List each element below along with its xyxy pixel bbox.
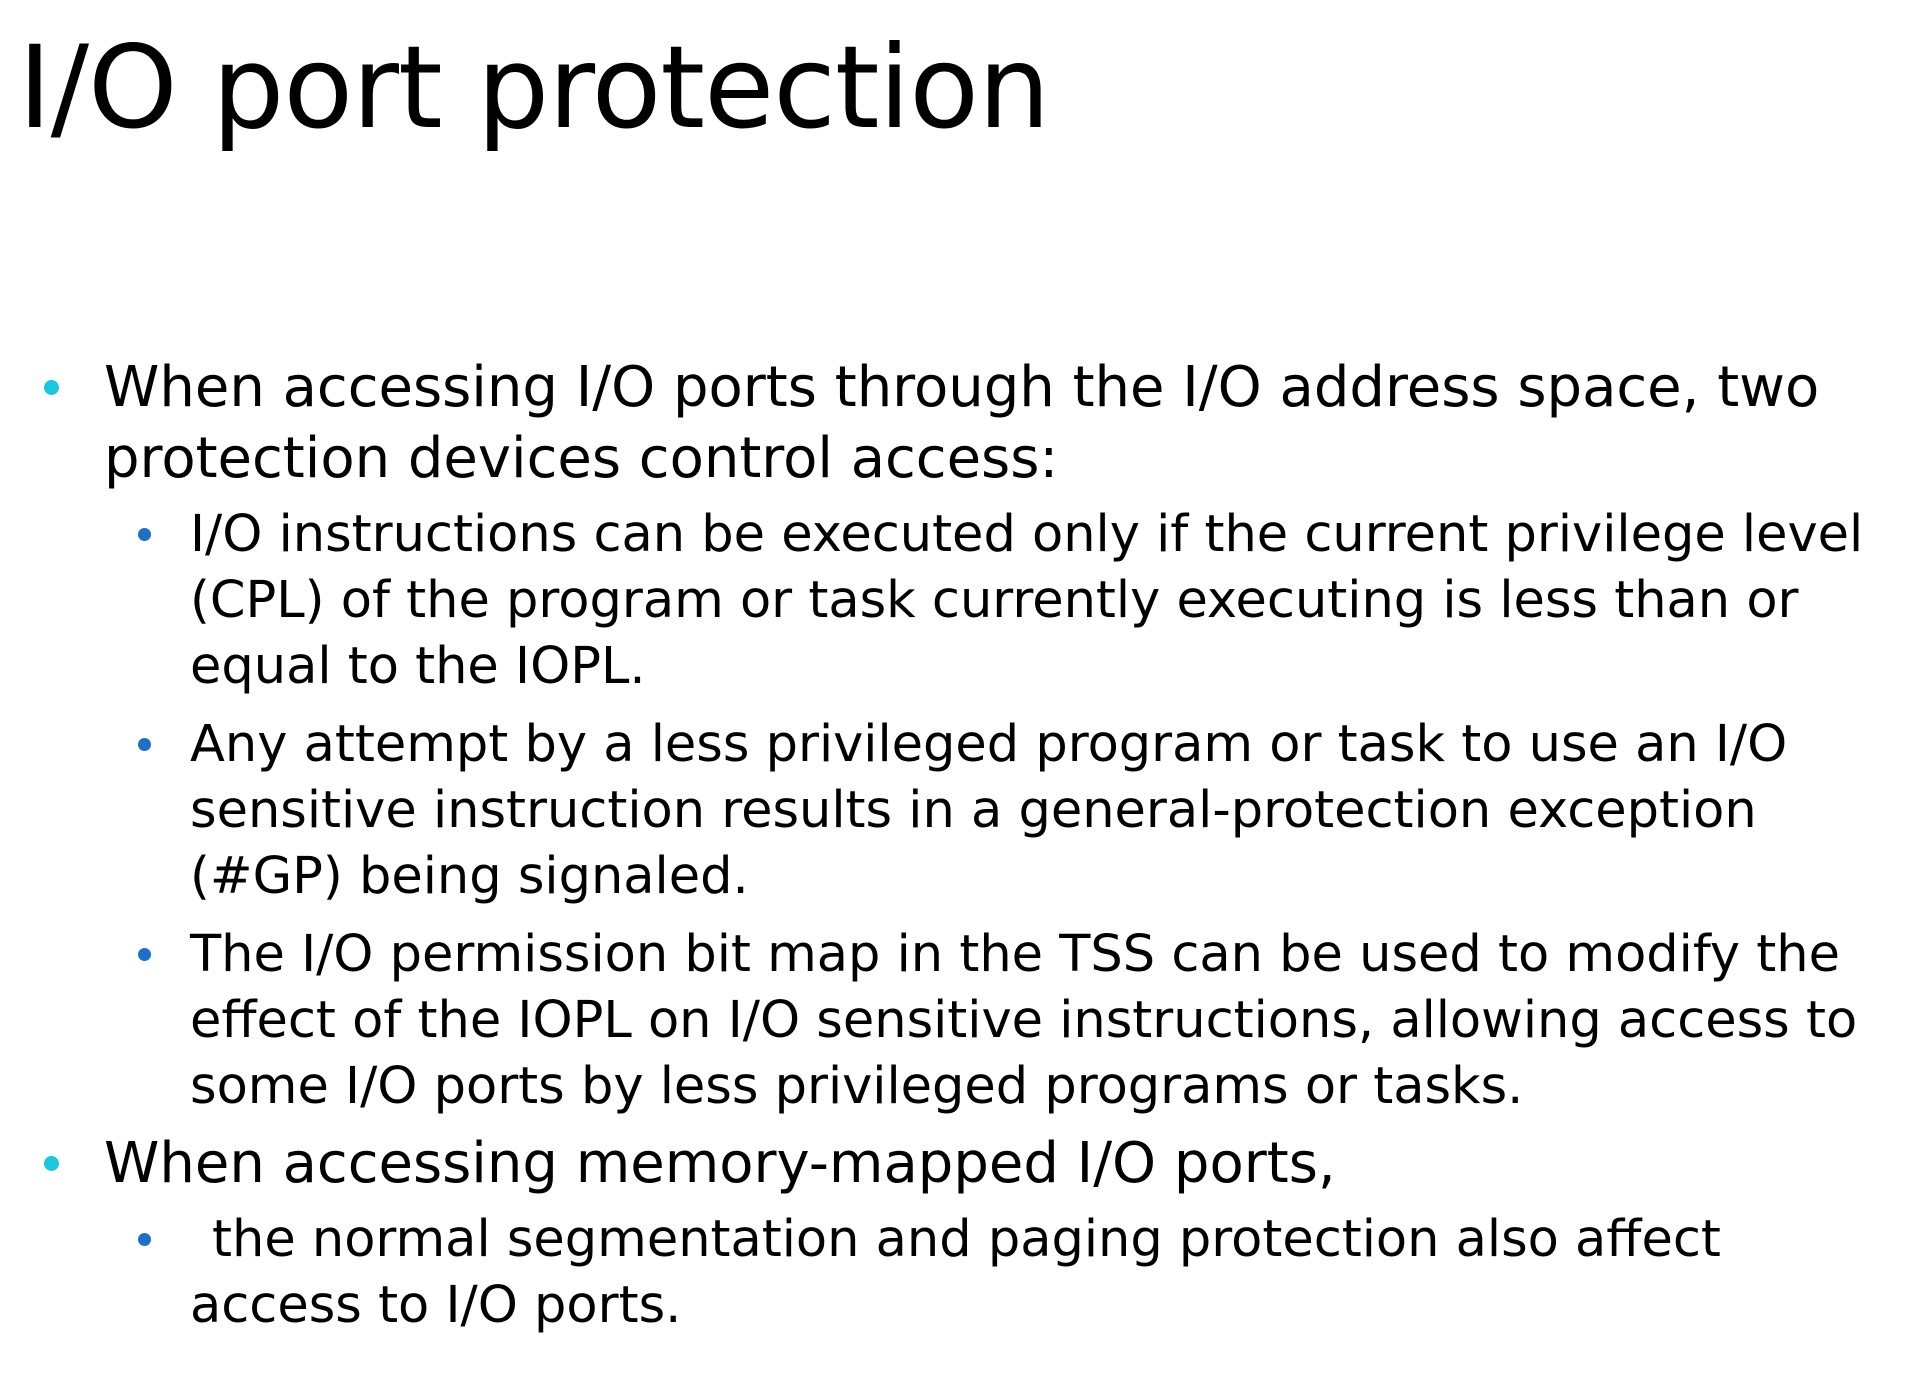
sub-bullet-text: I/O instructions can be executed only if… [190,505,1864,696]
bullet-dot-icon [44,380,59,395]
sub-bullet-text: Any attempt by a less privileged program… [190,715,1788,906]
bullet-text: When accessing I/O ports through the I/O… [104,355,1820,491]
sub-bullet-dot-icon [138,528,151,541]
sub-bullet-dot-icon [138,738,151,751]
bullet-item-io-address-space: When accessing I/O ports through the I/O… [0,352,1864,494]
sub-bullet-text: The I/O permission bit map in the TSS ca… [190,925,1858,1116]
slide-content: When accessing I/O ports through the I/O… [0,352,1922,1339]
sub-bullet-item-permission-bitmap: The I/O permission bit map in the TSS ca… [0,922,1880,1120]
sub-bullet-text: the normal segmentation and paging prote… [190,1210,1721,1335]
slide: I/O port protection When accessing I/O p… [0,0,1922,1380]
sub-bullet-item-segmentation-paging: the normal segmentation and paging prote… [0,1207,1880,1339]
sub-bullet-item-gp-exception: Any attempt by a less privileged program… [0,712,1880,910]
slide-title: I/O port protection [18,21,1050,154]
bullet-dot-icon [44,1156,59,1171]
sub-bullet-item-cpl: I/O instructions can be executed only if… [0,502,1880,700]
bullet-text: When accessing memory-mapped I/O ports, [104,1131,1336,1196]
sub-bullet-dot-icon [138,1233,151,1246]
sub-bullet-dot-icon [138,948,151,961]
bullet-item-memory-mapped: When accessing memory-mapped I/O ports, [0,1128,1864,1199]
